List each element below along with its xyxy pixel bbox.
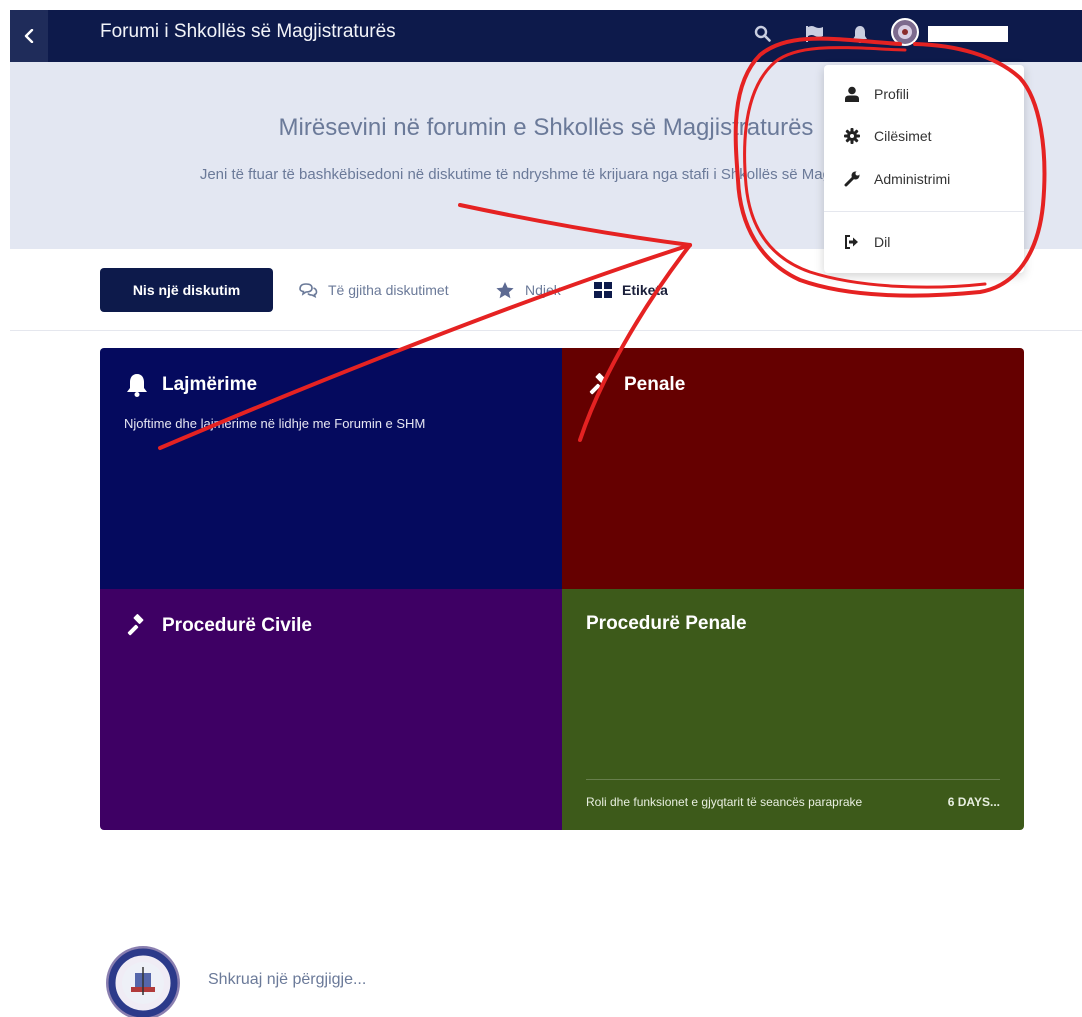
index-toolbar: Nis një diskutim Të gjitha diskutimet Nd… — [100, 268, 1030, 312]
menu-item-logout[interactable]: Dil — [824, 224, 1024, 260]
menu-item-label: Administrimi — [874, 171, 951, 187]
header-bar: Forumi i Shkollës së Magjistraturës — [10, 10, 1082, 62]
menu-item-profile[interactable]: Profili — [824, 76, 1024, 112]
tag-name: Procedurë Civile — [162, 615, 312, 636]
flags-button[interactable] — [803, 22, 827, 46]
nav-following-label: Ndjek — [525, 282, 561, 298]
tag-name: Procedurë Penale — [586, 613, 747, 634]
nav-all-discussions-label: Të gjitha diskutimet — [328, 282, 449, 298]
toolbar-divider — [10, 330, 1082, 331]
site-title[interactable]: Forumi i Shkollës së Magjistraturës — [100, 10, 396, 62]
chevron-left-icon — [24, 29, 34, 43]
bell-icon — [124, 372, 150, 398]
menu-item-label: Dil — [874, 234, 891, 250]
menu-item-settings[interactable]: Cilësimet — [824, 118, 1024, 154]
gavel-icon — [586, 372, 612, 398]
gavel-icon — [124, 613, 150, 639]
star-icon — [495, 281, 515, 300]
nav-following[interactable]: Ndjek — [495, 268, 561, 312]
menu-item-administration[interactable]: Administrimi — [824, 161, 1024, 197]
last-discussion-time: 6 DAYS... — [947, 795, 1000, 809]
school-logo-avatar — [105, 945, 181, 1017]
tag-description: Njoftime dhe lajmërime në lidhje me Foru… — [124, 416, 426, 431]
flag-icon — [806, 26, 823, 42]
nav-tags-label: Etiketa — [622, 282, 668, 298]
sign-out-icon — [844, 234, 860, 250]
start-discussion-button[interactable]: Nis një diskutim — [100, 268, 273, 312]
back-button[interactable] — [10, 10, 48, 62]
notifications-button[interactable] — [848, 22, 872, 46]
last-discussion[interactable]: Roli dhe funksionet e gjyqtarit të seanc… — [586, 795, 1000, 809]
comments-icon — [298, 282, 318, 298]
tag-name: Lajmërime — [162, 374, 258, 395]
tag-tile-procedure-civile[interactable]: Procedurë Civile — [100, 589, 562, 830]
menu-item-label: Cilësimet — [874, 128, 932, 144]
bell-icon — [853, 26, 867, 43]
tag-name: Penale — [624, 374, 686, 395]
tag-tile-penale[interactable]: Penale — [562, 348, 1024, 589]
user-dropdown-menu: Profili Cilësimet Administrimi Dil — [824, 65, 1024, 273]
menu-item-label: Profili — [874, 86, 910, 102]
reply-placeholder[interactable]: Shkruaj një përgjigje... — [100, 945, 800, 1017]
nav-all-discussions[interactable]: Të gjitha diskutimet — [298, 268, 449, 312]
user-avatar-button[interactable] — [891, 18, 919, 46]
tag-tile-procedure-penale[interactable]: Procedurë Penale Roli dhe funksionet e g… — [562, 589, 1024, 830]
username-redacted[interactable] — [928, 26, 1008, 42]
th-large-icon — [594, 282, 612, 298]
reply-placeholder-text: Shkruaj një përgjigje... — [208, 971, 367, 988]
search-icon — [754, 25, 771, 42]
avatar — [893, 20, 917, 44]
nav-tags[interactable]: Etiketa — [594, 268, 668, 312]
tile-divider — [586, 779, 1000, 780]
tag-tile-lajmerime[interactable]: Lajmërime Njoftime dhe lajmërime në lidh… — [100, 348, 562, 589]
tag-tiles: Lajmërime Njoftime dhe lajmërime në lidh… — [100, 348, 1024, 830]
user-icon — [844, 86, 860, 102]
last-discussion-title: Roli dhe funksionet e gjyqtarit të seanc… — [586, 795, 863, 809]
wrench-icon — [844, 171, 860, 187]
menu-divider — [824, 211, 1024, 212]
hero-description: Jeni të ftuar të bashkëbisedoni në disku… — [199, 166, 901, 183]
search-button[interactable] — [751, 22, 775, 46]
gear-icon — [844, 128, 860, 144]
